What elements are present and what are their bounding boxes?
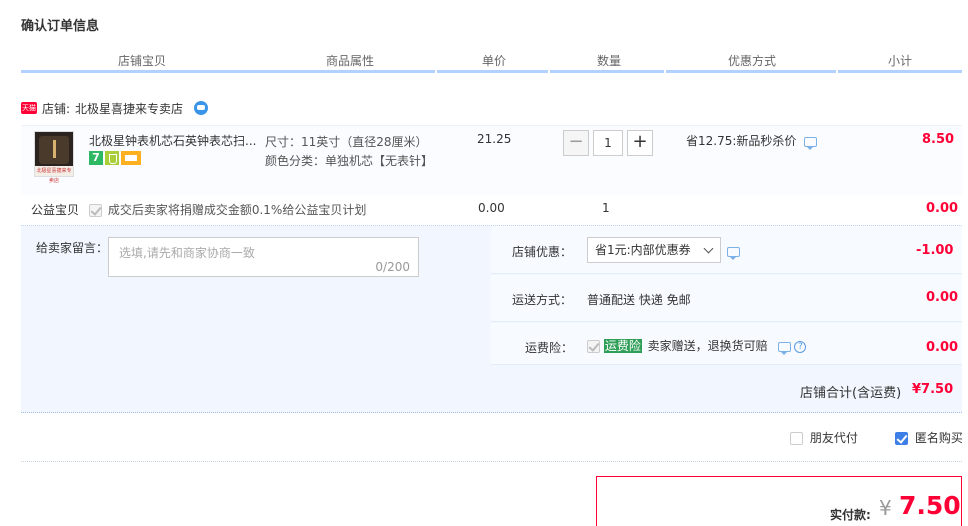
insurance-text: 卖家赠送，退换货可赔 (647, 339, 768, 353)
seller-message-textarea[interactable]: 选填,请先和商家协商一致 0/200 (108, 237, 419, 277)
insurance-label: 运费险： (525, 341, 574, 355)
charity-subtotal: 0.00 (926, 201, 959, 216)
tmall-icon: 天猫 (21, 102, 37, 114)
charity-text: 成交后卖家将捐赠成交金额0.1%给公益宝贝计划 (107, 203, 367, 217)
anonymous-label: 匿名购买 (914, 431, 963, 445)
quantity-input[interactable] (593, 130, 623, 156)
insurance-chat-icon[interactable] (777, 341, 791, 355)
col-header-attr: 商品属性 (325, 54, 374, 68)
divider (21, 461, 962, 462)
shop-discount-label: 店铺优惠： (512, 245, 573, 259)
friend-pay-option[interactable]: 朋友代付 (790, 429, 858, 446)
col-header-price: 单价 (481, 54, 506, 68)
header-divider (437, 70, 548, 73)
payment-label: 实付款: (830, 508, 871, 522)
insurance-option: 运费险 卖家赠送，退换货可赔 ? (587, 337, 807, 355)
friend-pay-checkbox[interactable] (790, 432, 803, 445)
quantity-decrease-button[interactable]: − (563, 130, 589, 156)
shop-discount-amount: -1.00 (916, 243, 954, 258)
col-header-item: 店铺宝贝 (117, 54, 166, 68)
item-attr-color: 颜色分类：单独机芯【无表针】 (265, 154, 434, 168)
message-counter: 0/200 (375, 260, 410, 274)
message-placeholder: 选填,请先和商家协商一致 (119, 246, 255, 260)
col-header-qty: 数量 (596, 54, 621, 68)
seven-day-return-icon[interactable]: 7 (89, 151, 103, 165)
charity-price: 0.00 (478, 201, 505, 215)
shop-label: 店铺: (42, 101, 71, 116)
charity-option: 成交后卖家将捐赠成交金额0.1%给公益宝贝计划 (89, 201, 366, 218)
discount-info-chat-icon[interactable] (727, 246, 740, 260)
shipping-amount: 0.00 (926, 290, 959, 305)
discount-chat-icon[interactable] (804, 136, 818, 150)
charity-label: 公益宝贝 (31, 203, 80, 217)
service-badges: 7 (89, 151, 141, 165)
shipping-label: 运送方式： (512, 293, 573, 307)
guarantee-shield-icon[interactable] (105, 151, 119, 165)
message-label: 给卖家留言： (36, 241, 109, 255)
item-attr-size: 尺寸：11英寸（直径28厘米） (265, 135, 428, 149)
header-divider (21, 70, 435, 73)
friend-pay-label: 朋友代付 (809, 431, 858, 445)
shop-name-link[interactable]: 北极星喜捷来专卖店 (75, 100, 183, 117)
payment-currency: ¥ (879, 496, 892, 520)
shop-discount-selected: 省1元:内部优惠券 (595, 243, 691, 257)
shop-discount-select[interactable]: 省1元:内部优惠券 (587, 237, 721, 263)
item-subtotal: 8.50 (922, 132, 955, 147)
quantity-increase-button[interactable]: + (627, 130, 653, 156)
credit-card-icon[interactable] (121, 151, 141, 165)
insurance-tag: 运费险 (603, 339, 642, 353)
col-header-subtotal: 小计 (887, 54, 912, 68)
payment-amount: 7.50 (899, 491, 961, 520)
anonymous-option[interactable]: 匿名购买 (895, 429, 963, 446)
item-thumbnail[interactable]: 北极星喜捷来专卖店 (34, 131, 74, 184)
insurance-amount: 0.00 (926, 340, 959, 355)
thumb-caption: 北极星喜捷来专卖店 (35, 166, 73, 184)
chevron-down-icon (703, 243, 714, 254)
header-divider (666, 70, 836, 73)
item-name-link[interactable]: 北极星钟表机芯石英钟表芯扫... (89, 132, 259, 149)
anonymous-checkbox[interactable] (895, 432, 908, 445)
clock-hand (53, 140, 56, 158)
item-discount-text: 省12.75:新品秒杀价 (686, 134, 797, 148)
shop-total-label: 店铺合计(含运费) (800, 386, 902, 401)
wangwang-chat-icon[interactable] (194, 101, 209, 115)
col-header-discount: 优惠方式 (727, 54, 776, 68)
help-question-icon[interactable]: ? (794, 340, 807, 353)
charity-qty: 1 (602, 201, 610, 215)
item-discount: 省12.75:新品秒杀价 (686, 132, 818, 150)
shop-row: 天猫 店铺: 北极星喜捷来专卖店 (21, 99, 209, 117)
header-divider (838, 70, 962, 73)
header-divider (550, 70, 664, 73)
charity-checkbox[interactable] (89, 204, 102, 217)
item-unit-price: 21.25 (477, 132, 512, 146)
page-title: 确认订单信息 (21, 19, 100, 34)
insurance-checkbox[interactable] (587, 340, 600, 353)
quantity-stepper: − + (563, 130, 653, 156)
shipping-value: 普通配送 快递 免邮 (587, 293, 691, 307)
shop-total-amount: ¥7.50 (912, 382, 954, 397)
